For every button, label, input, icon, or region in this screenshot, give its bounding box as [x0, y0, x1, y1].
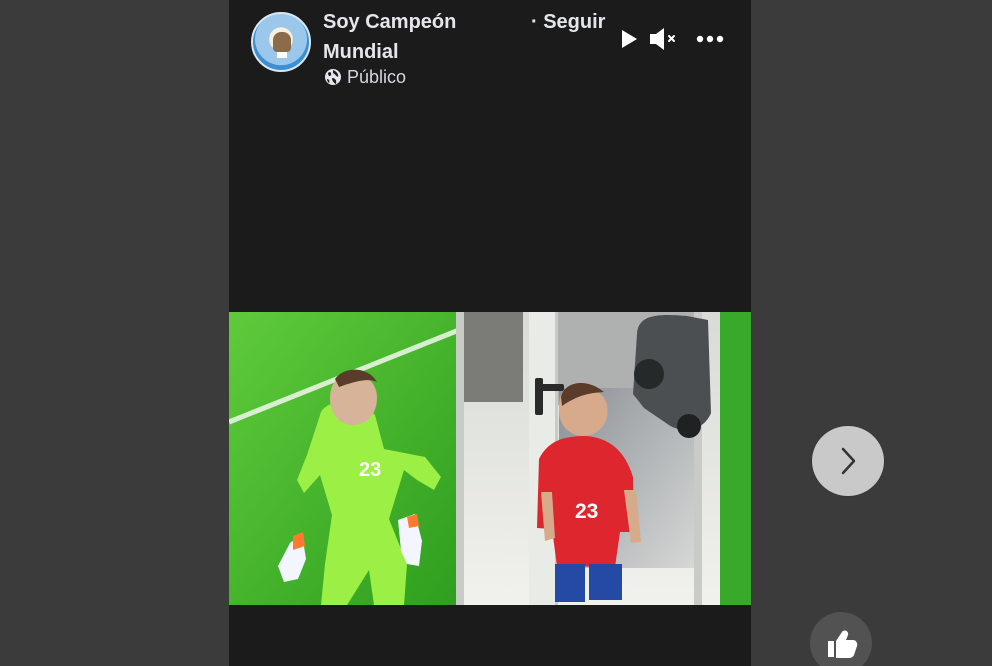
post-header: Soy Campeón Mundial · Seguir Público — [229, 0, 751, 110]
left-player-number: 23 — [359, 459, 381, 481]
more-options-button[interactable] — [693, 22, 727, 56]
next-video-button[interactable] — [812, 426, 884, 496]
audience-indicator: Público — [324, 66, 406, 88]
video-post-viewer: Soy Campeón Mundial · Seguir Público 23 … — [229, 0, 751, 666]
play-button[interactable] — [612, 22, 646, 56]
video-frame[interactable]: 23 23 — [229, 312, 751, 605]
page-name-link[interactable]: Soy Campeón Mundial — [323, 7, 473, 67]
mute-button[interactable] — [647, 22, 681, 56]
video-viewer-page: Soy Campeón Mundial · Seguir Público 23 … — [0, 0, 992, 666]
audience-label: Público — [347, 67, 407, 87]
video-thumbnail: 23 23 — [229, 312, 751, 605]
video-controls — [612, 22, 727, 56]
chevron-right-icon — [841, 447, 856, 475]
thumbs-up-icon — [828, 630, 858, 658]
right-shirt-number: 23 — [575, 500, 598, 523]
video-bottom-area — [229, 605, 751, 666]
globe-icon — [325, 69, 341, 85]
page-avatar[interactable] — [251, 12, 311, 72]
right-green-edge — [720, 312, 751, 605]
like-button[interactable] — [810, 612, 872, 666]
more-options-icon — [696, 35, 724, 43]
play-icon — [622, 30, 637, 48]
follow-link[interactable]: · Seguir — [531, 7, 605, 37]
muted-volume-icon — [650, 28, 675, 50]
